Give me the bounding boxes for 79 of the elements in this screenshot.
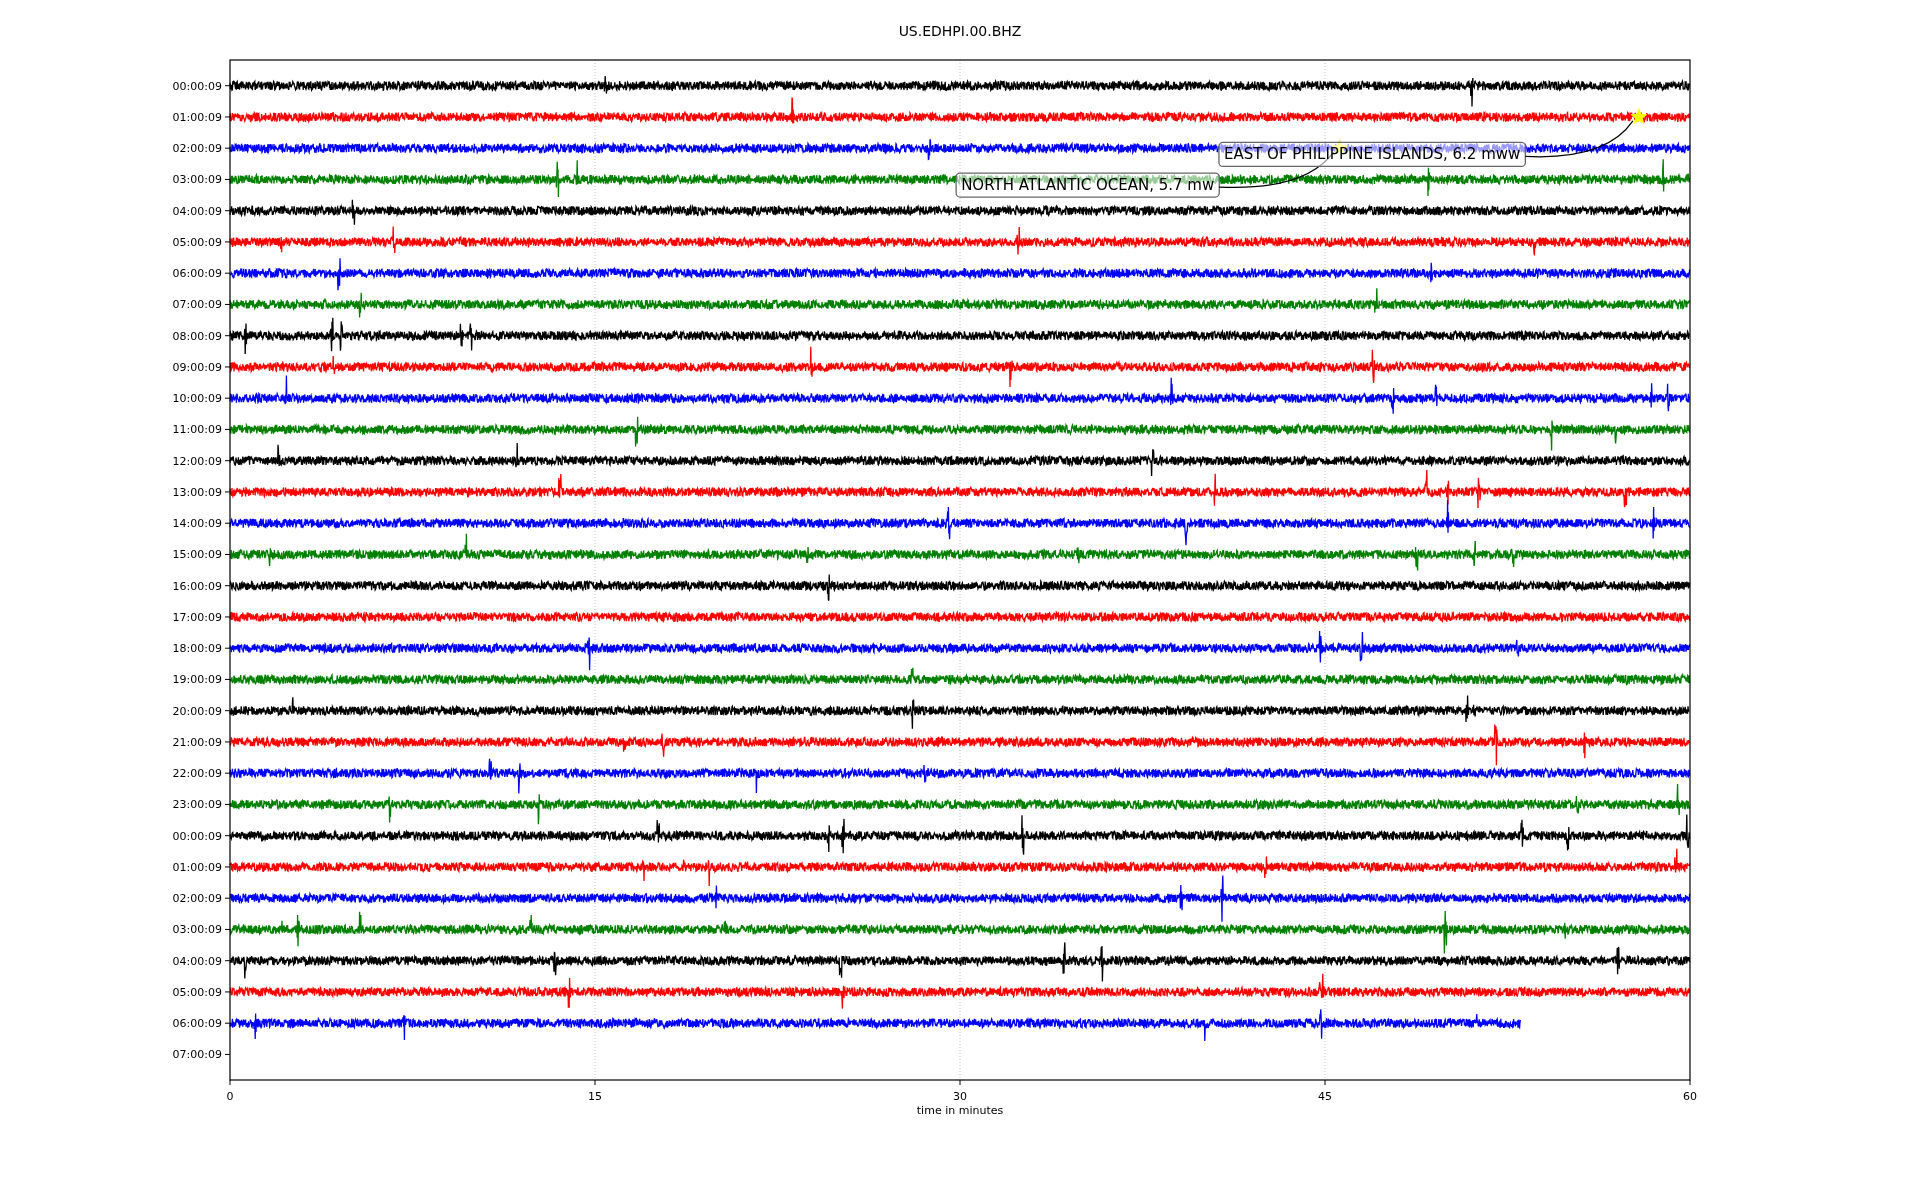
- tick-mark: [224, 616, 231, 618]
- tick-label: 60: [1683, 1090, 1697, 1103]
- tick-mark: [224, 553, 231, 555]
- tick-label: 00:00:09: [172, 829, 222, 843]
- tick-mark: [224, 741, 231, 743]
- tick-label: 08:00:09: [172, 329, 222, 343]
- tick-mark: [224, 522, 231, 524]
- tick-label: 45: [1318, 1090, 1332, 1103]
- tick-label: 15: [588, 1090, 602, 1103]
- tick-label: 30: [953, 1090, 967, 1103]
- tick-mark: [224, 241, 231, 243]
- tick-label: 12:00:09: [172, 454, 222, 468]
- tick-mark: [224, 897, 231, 899]
- tick-mark: [224, 272, 231, 274]
- axis-label: time in minutes: [916, 1104, 1004, 1117]
- tick-label: 21:00:09: [172, 735, 222, 749]
- tick-label: 09:00:09: [172, 360, 222, 374]
- tick-mark: [224, 460, 231, 462]
- tick-label: 02:00:09: [172, 142, 222, 156]
- tick-mark: [1689, 1079, 1691, 1086]
- tick-label: 04:00:09: [172, 954, 222, 968]
- tick-mark: [224, 678, 231, 680]
- tick-mark: [224, 335, 231, 337]
- tick-label: 00:00:09: [172, 79, 222, 93]
- tick-label: 06:00:09: [172, 1017, 222, 1031]
- tick-label: 22:00:09: [172, 767, 222, 781]
- tick-mark: [224, 991, 231, 993]
- tick-mark: [224, 772, 231, 774]
- annotation-label: EAST OF PHILIPPINE ISLANDS, 6.2 mww: [1218, 141, 1526, 168]
- tick-mark: [224, 1053, 231, 1055]
- tick-mark: [224, 928, 231, 930]
- tick-mark: [224, 85, 231, 87]
- tick-mark: [229, 1079, 231, 1086]
- tick-label: 07:00:09: [172, 298, 222, 312]
- tick-mark: [224, 835, 231, 837]
- tick-mark: [224, 491, 231, 493]
- tick-mark: [224, 428, 231, 430]
- annotation-label: NORTH ATLANTIC OCEAN, 5.7 mw: [955, 172, 1220, 198]
- tick-mark: [224, 210, 231, 212]
- tick-label: 03:00:09: [172, 923, 222, 937]
- tick-label: 05:00:09: [172, 985, 222, 999]
- tick-label: 07:00:09: [172, 1048, 222, 1062]
- tick-mark: [224, 303, 231, 305]
- tick-label: 04:00:09: [172, 204, 222, 218]
- tick-label: 13:00:09: [172, 485, 222, 499]
- tick-label: 06:00:09: [172, 267, 222, 281]
- tick-mark: [224, 585, 231, 587]
- tick-mark: [959, 1079, 961, 1086]
- tick-label: 23:00:09: [172, 798, 222, 812]
- tick-mark: [224, 178, 231, 180]
- tick-label: 05:00:09: [172, 235, 222, 249]
- tick-mark: [224, 366, 231, 368]
- tick-label: 17:00:09: [172, 610, 222, 624]
- tick-mark: [1324, 1079, 1326, 1086]
- star-icon: [1630, 108, 1648, 125]
- tick-label: 01:00:09: [172, 110, 222, 124]
- tick-mark: [224, 803, 231, 805]
- tick-label: 01:00:09: [172, 860, 222, 874]
- tick-mark: [224, 116, 231, 118]
- tick-mark: [224, 710, 231, 712]
- tick-mark: [224, 397, 231, 399]
- tick-mark: [224, 647, 231, 649]
- tick-mark: [224, 147, 231, 149]
- tick-label: 02:00:09: [172, 892, 222, 906]
- tick-label: 11:00:09: [172, 423, 222, 437]
- tick-mark: [594, 1079, 596, 1086]
- tick-label: 18:00:09: [172, 642, 222, 656]
- tick-label: 03:00:09: [172, 173, 222, 187]
- tick-label: 20:00:09: [172, 704, 222, 718]
- tick-mark: [224, 1022, 231, 1024]
- tick-mark: [224, 866, 231, 868]
- tick-label: 14:00:09: [172, 517, 222, 531]
- tick-label: 0: [226, 1090, 234, 1103]
- chart-title: US.EDHPI.00.BHZ: [898, 23, 1022, 39]
- tick-mark: [224, 960, 231, 962]
- tick-label: 10:00:09: [172, 392, 222, 406]
- tick-label: 15:00:09: [172, 548, 222, 562]
- tick-label: 19:00:09: [172, 673, 222, 687]
- tick-label: 16:00:09: [172, 579, 222, 593]
